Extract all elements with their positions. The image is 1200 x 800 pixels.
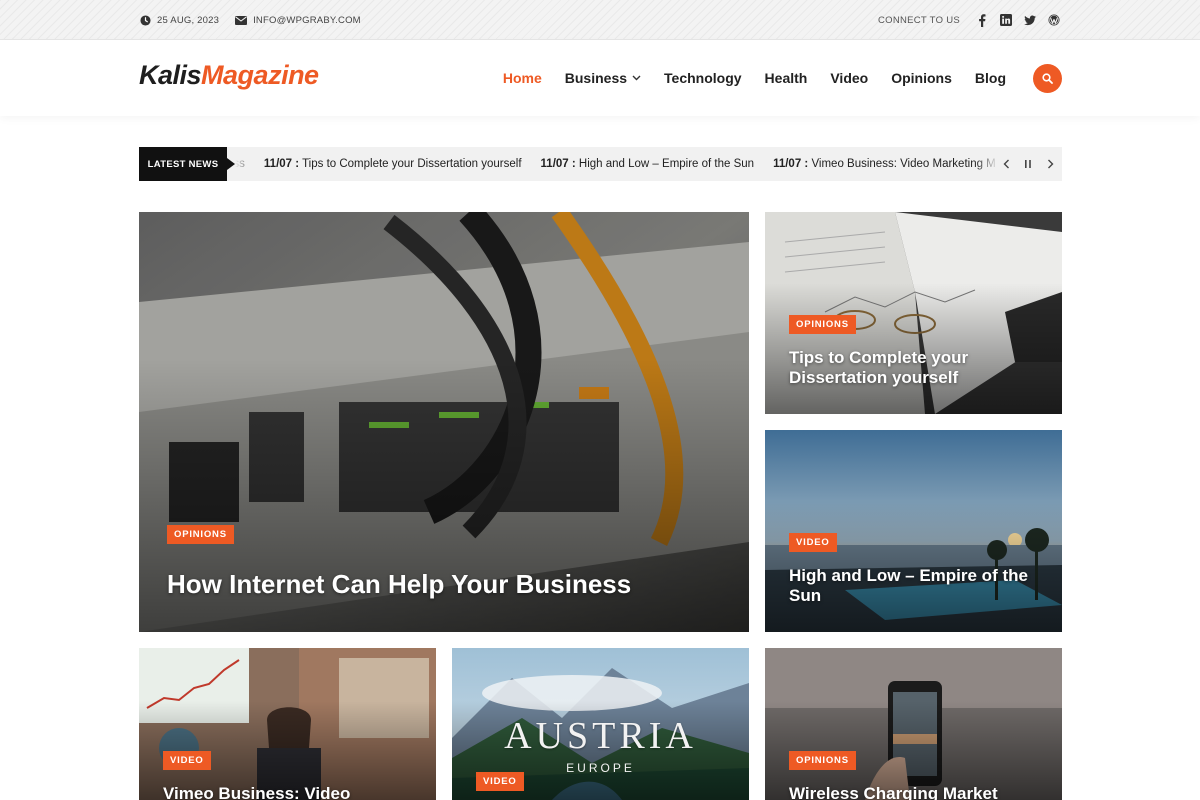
chevron-left-icon[interactable] <box>1000 158 1012 170</box>
ticker-item-title: Tips to Complete your Dissertation yours… <box>302 158 522 170</box>
date-text: 25 AUG, 2023 <box>157 14 220 26</box>
site-header: KalisMagazine Home Business Technology H… <box>0 40 1200 116</box>
category-badge[interactable]: VIDEO <box>163 751 211 770</box>
nav-label: Blog <box>974 70 1006 86</box>
post-card[interactable]: AUSTRIA EUROPE VIDEO <box>452 648 749 800</box>
logo-text-primary: Kalis <box>139 60 202 90</box>
nav-label: Home <box>502 70 542 86</box>
nav-item-blog[interactable]: Blog <box>975 70 1006 86</box>
ticker-controls <box>1000 147 1056 181</box>
ticker-item-date: 11/07 : <box>263 158 300 170</box>
ticker-item-date: 11/07 : <box>773 158 809 170</box>
clock-icon <box>140 14 151 26</box>
pause-icon[interactable] <box>1022 158 1034 170</box>
category-badge[interactable]: VIDEO <box>789 533 837 552</box>
chevron-right-icon[interactable] <box>1044 158 1056 170</box>
category-badge[interactable]: OPINIONS <box>789 315 856 334</box>
main-nav: Home Business Technology Health Video Op… <box>503 40 1006 116</box>
nav-label: Health <box>764 70 808 86</box>
wordpress-icon[interactable] <box>1048 14 1060 26</box>
nav-item-home[interactable]: Home <box>503 70 542 86</box>
ticker-item-date: 11/07 : <box>540 158 576 170</box>
social-links: CONNECT TO US <box>878 0 1060 40</box>
category-badge[interactable]: OPINIONS <box>167 525 234 544</box>
category-badge[interactable]: VIDEO <box>476 772 524 791</box>
nav-item-video[interactable]: Video <box>830 70 868 86</box>
ticker-item[interactable]: 11/07 : Tips to Complete your Dissertati… <box>264 158 522 170</box>
email-info[interactable]: INFO@WPGRABY.COM <box>235 15 361 26</box>
ticker-item[interactable]: 11/07 : Vimeo Business: Video Marketing … <box>773 158 995 170</box>
search-button[interactable] <box>1033 64 1062 93</box>
nav-item-health[interactable]: Health <box>765 70 808 86</box>
ticker-item[interactable]: 11/07 : High and Low – Empire of the Sun <box>541 158 755 170</box>
date-info: 25 AUG, 2023 <box>140 15 219 26</box>
email-text[interactable]: INFO@WPGRABY.COM <box>253 15 361 26</box>
latest-news-ticker: LATEST NEWS ess 11/07 : Tips to Complete… <box>139 147 1062 181</box>
nav-label: Video <box>830 70 869 86</box>
chevron-down-icon <box>632 75 641 81</box>
post-card[interactable]: OPINIONS Wireless Charging Market <box>765 648 1062 800</box>
site-logo[interactable]: KalisMagazine <box>139 60 319 91</box>
nav-item-business[interactable]: Business <box>565 70 641 86</box>
top-bar-info: 25 AUG, 2023 INFO@WPGRABY.COM <box>140 0 361 40</box>
post-card[interactable]: OPINIONS Tips to Complete your Dissertat… <box>765 212 1062 414</box>
nav-label: Business <box>564 70 628 86</box>
category-badge[interactable]: OPINIONS <box>789 751 856 770</box>
post-title[interactable]: How Internet Can Help Your Business <box>167 568 727 600</box>
nav-item-technology[interactable]: Technology <box>664 70 742 86</box>
connect-label: CONNECT TO US <box>877 14 960 26</box>
search-icon <box>1042 73 1053 84</box>
post-title[interactable]: High and Low – Empire of the Sun <box>789 566 1039 606</box>
ticker-item-title: High and Low – Empire of the Sun <box>578 158 755 170</box>
ticker-label: LATEST NEWS <box>139 147 235 181</box>
nav-label: Technology <box>664 70 742 86</box>
post-title[interactable]: Vimeo Business: Video <box>163 784 413 800</box>
ticker-item-title: Vimeo Business: Video Marketing Made <box>811 158 995 170</box>
post-card[interactable]: VIDEO High and Low – Empire of the Sun <box>765 430 1062 632</box>
post-card[interactable]: VIDEO Vimeo Business: Video <box>139 648 436 800</box>
ticker-track: ess 11/07 : Tips to Complete your Disser… <box>235 147 995 181</box>
nav-label: Opinions <box>891 70 952 86</box>
envelope-icon <box>235 15 248 25</box>
facebook-icon[interactable] <box>976 13 988 27</box>
top-bar: 25 AUG, 2023 INFO@WPGRABY.COM CONNECT TO… <box>0 0 1200 40</box>
ticker-items: ess 11/07 : Tips to Complete your Disser… <box>235 147 995 181</box>
post-title[interactable]: Tips to Complete your Dissertation yours… <box>789 348 1039 388</box>
ticker-fade-left <box>235 147 255 181</box>
nav-item-opinions[interactable]: Opinions <box>891 70 952 86</box>
featured-post-card[interactable]: OPINIONS How Internet Can Help Your Busi… <box>139 212 749 632</box>
logo-text-accent: Magazine <box>201 60 319 90</box>
ticker-fade-right <box>975 147 999 181</box>
post-title[interactable]: Wireless Charging Market <box>789 784 1039 800</box>
linkedin-icon[interactable] <box>1000 14 1012 26</box>
austria-headline: AUSTRIA <box>504 715 697 757</box>
twitter-icon[interactable] <box>1024 14 1036 26</box>
